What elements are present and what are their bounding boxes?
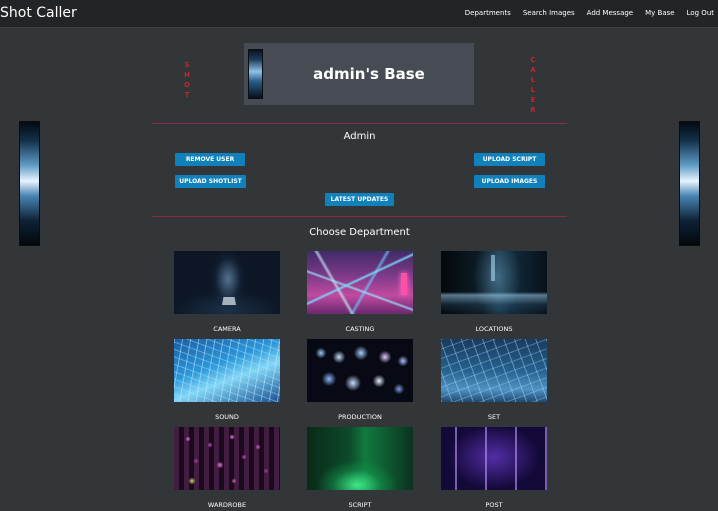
nav-search-images[interactable]: Search Images xyxy=(523,9,575,17)
dept-label: PRODUCTION xyxy=(338,413,382,421)
locations-image[interactable] xyxy=(441,251,547,314)
dept-label: CAMERA xyxy=(213,325,241,333)
dept-label: SCRIPT xyxy=(348,501,372,509)
base-banner: admin's Base xyxy=(244,43,474,105)
left-decorative-strip xyxy=(19,121,40,246)
upload-images-button[interactable]: UPLOAD IMAGES xyxy=(474,175,545,188)
set-image[interactable] xyxy=(441,339,547,402)
dept-sound[interactable]: SOUND xyxy=(174,339,280,421)
dept-label: SOUND xyxy=(215,413,239,421)
banner-thumbnail xyxy=(248,49,263,99)
remove-user-button[interactable]: REMOVE USER xyxy=(175,153,245,166)
departments-title: Choose Department xyxy=(309,227,410,238)
production-image[interactable] xyxy=(307,339,413,402)
admin-title: Admin xyxy=(343,131,376,142)
navbar: Shot Caller Departments Search Images Ad… xyxy=(0,0,718,28)
dept-label: WARDROBE xyxy=(207,501,247,509)
dept-locations[interactable]: LOCATIONS xyxy=(441,251,547,333)
dept-set[interactable]: SET xyxy=(441,339,547,421)
caller-vertical-text: C A L L E R xyxy=(530,56,536,114)
camera-image[interactable] xyxy=(174,251,280,314)
post-image[interactable] xyxy=(441,427,547,490)
nav-departments[interactable]: Departments xyxy=(465,9,511,17)
nav-links: Departments Search Images Add Message My… xyxy=(453,9,714,17)
upload-script-button[interactable]: UPLOAD SCRIPT xyxy=(474,153,545,166)
sound-image[interactable] xyxy=(174,339,280,402)
page-title: admin's Base xyxy=(313,65,425,83)
dept-production[interactable]: PRODUCTION xyxy=(307,339,413,421)
dept-casting[interactable]: CASTING xyxy=(307,251,413,333)
divider-bottom xyxy=(152,216,567,217)
dept-wardrobe[interactable]: WARDROBE xyxy=(174,427,280,509)
dept-label: LOCATIONS xyxy=(475,325,513,333)
dept-label: CASTING xyxy=(345,325,375,333)
nav-log-out[interactable]: Log Out xyxy=(687,9,714,17)
casting-image[interactable] xyxy=(307,251,413,314)
shot-vertical-text: S H O T xyxy=(184,61,190,99)
wardrobe-image[interactable] xyxy=(174,427,280,490)
right-decorative-strip xyxy=(679,121,700,246)
nav-add-message[interactable]: Add Message xyxy=(587,9,633,17)
dept-script[interactable]: SCRIPT xyxy=(307,427,413,509)
script-image[interactable] xyxy=(307,427,413,490)
latest-updates-button[interactable]: LATEST UPDATES xyxy=(325,193,394,206)
divider-top xyxy=(152,123,567,124)
upload-shotlist-button[interactable]: UPLOAD SHOTLIST xyxy=(175,175,246,188)
dept-camera[interactable]: CAMERA xyxy=(174,251,280,333)
dept-label: POST xyxy=(485,501,503,509)
nav-my-base[interactable]: My Base xyxy=(645,9,674,17)
brand-link[interactable]: Shot Caller xyxy=(0,5,77,21)
dept-label: SET xyxy=(487,413,501,421)
dept-post[interactable]: POST xyxy=(441,427,547,509)
